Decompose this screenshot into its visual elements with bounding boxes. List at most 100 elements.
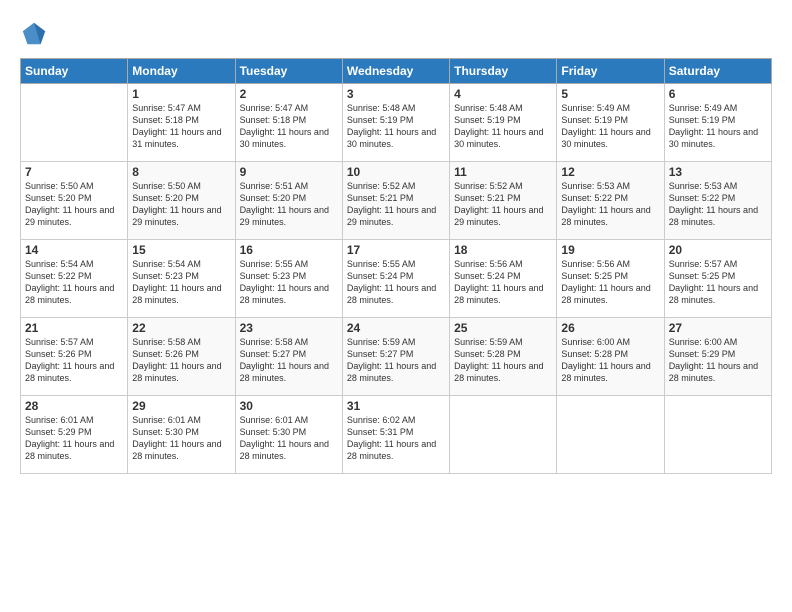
day-cell: 6 Sunrise: 5:49 AMSunset: 5:19 PMDaylight… [664,84,771,162]
cell-info: Sunrise: 5:59 AMSunset: 5:27 PMDaylight:… [347,337,436,383]
day-number: 6 [669,87,767,101]
day-cell [21,84,128,162]
day-number: 2 [240,87,338,101]
day-number: 30 [240,399,338,413]
day-header: Thursday [450,59,557,84]
cell-info: Sunrise: 5:48 AMSunset: 5:19 PMDaylight:… [454,103,543,149]
day-cell: 28Sunrise: 6:01 AMSunset: 5:29 PMDayligh… [21,396,128,474]
day-cell: 20Sunrise: 5:57 AMSunset: 5:25 PMDayligh… [664,240,771,318]
day-number: 21 [25,321,123,335]
cell-info: Sunrise: 5:52 AMSunset: 5:21 PMDaylight:… [454,181,543,227]
cell-info: Sunrise: 5:55 AMSunset: 5:23 PMDaylight:… [240,259,329,305]
cell-info: Sunrise: 5:56 AMSunset: 5:25 PMDaylight:… [561,259,650,305]
day-number: 5 [561,87,659,101]
cell-info: Sunrise: 5:54 AMSunset: 5:22 PMDaylight:… [25,259,114,305]
day-number: 25 [454,321,552,335]
day-number: 19 [561,243,659,257]
day-number: 9 [240,165,338,179]
cell-info: Sunrise: 6:00 AMSunset: 5:29 PMDaylight:… [669,337,758,383]
day-cell: 2 Sunrise: 5:47 AMSunset: 5:18 PMDaylight… [235,84,342,162]
day-number: 11 [454,165,552,179]
day-number: 12 [561,165,659,179]
cell-info: Sunrise: 5:58 AMSunset: 5:26 PMDaylight:… [132,337,221,383]
logo-icon [20,20,48,48]
week-row: 14 Sunrise: 5:54 AMSunset: 5:22 PMDayligh… [21,240,772,318]
week-row: 21 Sunrise: 5:57 AMSunset: 5:26 PMDayligh… [21,318,772,396]
cell-info: Sunrise: 5:53 AMSunset: 5:22 PMDaylight:… [561,181,650,227]
cell-info: Sunrise: 5:49 AMSunset: 5:19 PMDaylight:… [669,103,758,149]
cell-info: Sunrise: 5:47 AMSunset: 5:18 PMDaylight:… [132,103,221,149]
calendar-page: SundayMondayTuesdayWednesdayThursdayFrid… [0,0,792,612]
cell-info: Sunrise: 5:49 AMSunset: 5:19 PMDaylight:… [561,103,650,149]
day-cell: 30Sunrise: 6:01 AMSunset: 5:30 PMDayligh… [235,396,342,474]
day-cell: 10 Sunrise: 5:52 AMSunset: 5:21 PMDayligh… [342,162,449,240]
day-number: 18 [454,243,552,257]
day-number: 28 [25,399,123,413]
day-cell [557,396,664,474]
week-row: 1Sunrise: 5:47 AMSunset: 5:18 PMDaylight… [21,84,772,162]
day-number: 7 [25,165,123,179]
day-cell: 17 Sunrise: 5:55 AMSunset: 5:24 PMDayligh… [342,240,449,318]
day-cell: 22 Sunrise: 5:58 AMSunset: 5:26 PMDayligh… [128,318,235,396]
day-cell: 13 Sunrise: 5:53 AMSunset: 5:22 PMDayligh… [664,162,771,240]
day-cell: 31Sunrise: 6:02 AMSunset: 5:31 PMDayligh… [342,396,449,474]
day-number: 27 [669,321,767,335]
day-number: 3 [347,87,445,101]
cell-info: Sunrise: 5:50 AMSunset: 5:20 PMDaylight:… [25,181,114,227]
day-header: Tuesday [235,59,342,84]
cell-info: Sunrise: 5:55 AMSunset: 5:24 PMDaylight:… [347,259,436,305]
day-number: 17 [347,243,445,257]
day-number: 14 [25,243,123,257]
calendar-table: SundayMondayTuesdayWednesdayThursdayFrid… [20,58,772,474]
day-number: 13 [669,165,767,179]
cell-info: Sunrise: 5:48 AMSunset: 5:19 PMDaylight:… [347,103,436,149]
cell-info: Sunrise: 5:52 AMSunset: 5:21 PMDaylight:… [347,181,436,227]
day-cell: 29 Sunrise: 6:01 AMSunset: 5:30 PMDayligh… [128,396,235,474]
day-cell: 11 Sunrise: 5:52 AMSunset: 5:21 PMDayligh… [450,162,557,240]
day-cell: 19 Sunrise: 5:56 AMSunset: 5:25 PMDayligh… [557,240,664,318]
day-number: 4 [454,87,552,101]
day-cell: 12 Sunrise: 5:53 AMSunset: 5:22 PMDayligh… [557,162,664,240]
week-row: 28Sunrise: 6:01 AMSunset: 5:29 PMDayligh… [21,396,772,474]
day-number: 10 [347,165,445,179]
day-cell: 5 Sunrise: 5:49 AMSunset: 5:19 PMDaylight… [557,84,664,162]
cell-info: Sunrise: 5:50 AMSunset: 5:20 PMDaylight:… [132,181,221,227]
cell-info: Sunrise: 5:54 AMSunset: 5:23 PMDaylight:… [132,259,221,305]
cell-info: Sunrise: 5:58 AMSunset: 5:27 PMDaylight:… [240,337,329,383]
day-cell [664,396,771,474]
day-header: Monday [128,59,235,84]
day-cell: 26 Sunrise: 6:00 AMSunset: 5:28 PMDayligh… [557,318,664,396]
day-cell: 27 Sunrise: 6:00 AMSunset: 5:29 PMDayligh… [664,318,771,396]
day-cell: 25 Sunrise: 5:59 AMSunset: 5:28 PMDayligh… [450,318,557,396]
day-number: 16 [240,243,338,257]
day-number: 8 [132,165,230,179]
cell-info: Sunrise: 5:47 AMSunset: 5:18 PMDaylight:… [240,103,329,149]
day-cell: 4 Sunrise: 5:48 AMSunset: 5:19 PMDaylight… [450,84,557,162]
cell-info: Sunrise: 6:00 AMSunset: 5:28 PMDaylight:… [561,337,650,383]
logo [20,20,52,48]
cell-info: Sunrise: 5:59 AMSunset: 5:28 PMDaylight:… [454,337,543,383]
day-cell: 18 Sunrise: 5:56 AMSunset: 5:24 PMDayligh… [450,240,557,318]
cell-info: Sunrise: 6:01 AMSunset: 5:30 PMDaylight:… [132,415,221,461]
day-number: 26 [561,321,659,335]
day-number: 20 [669,243,767,257]
day-header: Sunday [21,59,128,84]
day-number: 29 [132,399,230,413]
day-cell: 23 Sunrise: 5:58 AMSunset: 5:27 PMDayligh… [235,318,342,396]
day-number: 15 [132,243,230,257]
day-cell: 7 Sunrise: 5:50 AMSunset: 5:20 PMDaylight… [21,162,128,240]
day-cell: 1Sunrise: 5:47 AMSunset: 5:18 PMDaylight… [128,84,235,162]
day-cell: 15 Sunrise: 5:54 AMSunset: 5:23 PMDayligh… [128,240,235,318]
day-cell [450,396,557,474]
cell-info: Sunrise: 5:57 AMSunset: 5:26 PMDaylight:… [25,337,114,383]
day-cell: 21 Sunrise: 5:57 AMSunset: 5:26 PMDayligh… [21,318,128,396]
day-cell: 9Sunrise: 5:51 AMSunset: 5:20 PMDaylight… [235,162,342,240]
day-number: 24 [347,321,445,335]
day-header: Friday [557,59,664,84]
day-header: Wednesday [342,59,449,84]
cell-info: Sunrise: 6:02 AMSunset: 5:31 PMDaylight:… [347,415,436,461]
cell-info: Sunrise: 5:56 AMSunset: 5:24 PMDaylight:… [454,259,543,305]
cell-info: Sunrise: 5:53 AMSunset: 5:22 PMDaylight:… [669,181,758,227]
day-number: 22 [132,321,230,335]
day-number: 23 [240,321,338,335]
